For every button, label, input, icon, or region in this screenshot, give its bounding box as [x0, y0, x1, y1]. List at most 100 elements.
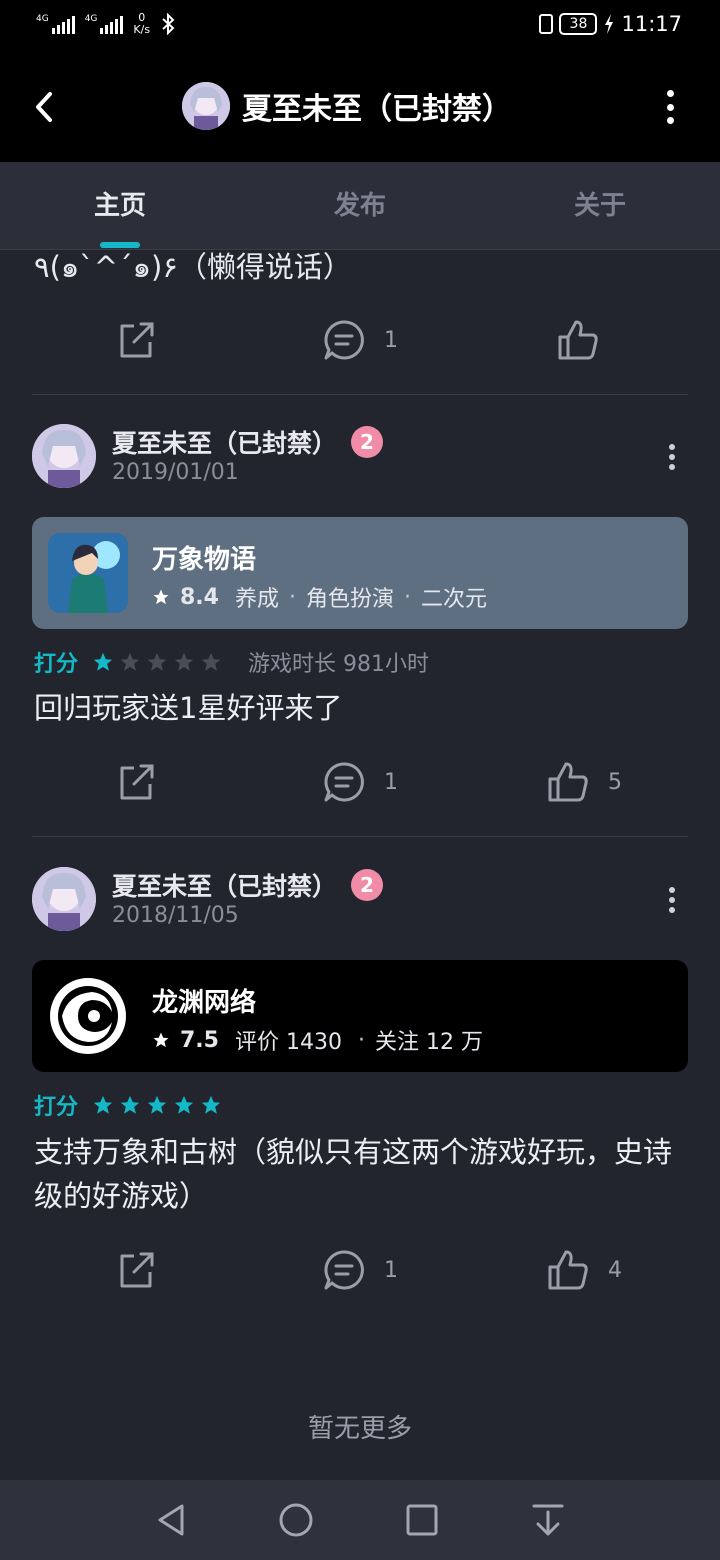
- divider: [32, 394, 688, 395]
- star-filled-icon: [93, 1095, 113, 1114]
- tab-about[interactable]: 关于: [480, 162, 720, 249]
- game-tag: 养成: [234, 587, 279, 612]
- thumbs-up-icon: [558, 320, 598, 360]
- star-icon: [153, 1032, 169, 1048]
- triangle-back-icon: [158, 1504, 184, 1536]
- rating-row: 打分: [34, 1090, 222, 1120]
- nav-notification-button[interactable]: [526, 1498, 570, 1542]
- game-meta: 8.4 养成 · 角色扮演 · 二次元: [152, 581, 487, 613]
- follower-count: 关注 12 万: [374, 1030, 483, 1055]
- comment-button[interactable]: 1: [322, 310, 398, 370]
- back-button[interactable]: [28, 84, 68, 130]
- developer-score: 7.5: [180, 1027, 219, 1053]
- post-text: ٩(๑`^´๑)۶（懒得说话）: [34, 250, 352, 284]
- level-badge: 2: [351, 869, 384, 901]
- like-count: 5: [608, 769, 622, 795]
- star-filled-icon: [174, 1095, 194, 1114]
- author-avatar[interactable]: [32, 424, 96, 488]
- tab-posts[interactable]: 发布: [240, 162, 480, 249]
- post-actions: 1: [0, 310, 720, 370]
- post-text: 支持万象和古树（貌似只有这两个游戏好玩，史诗级的好游戏）: [34, 1135, 673, 1213]
- game-name: 万象物语: [152, 545, 257, 575]
- back-arrow-icon: [36, 92, 52, 122]
- rating-row: 打分 游戏时长 981小时: [34, 647, 429, 677]
- comment-icon: [324, 1250, 364, 1290]
- page-title: 夏至未至（已封禁）: [242, 92, 512, 127]
- nav-home-button[interactable]: [274, 1498, 318, 1542]
- game-tag: 二次元: [421, 587, 488, 612]
- share-button[interactable]: [114, 310, 158, 370]
- developer-card[interactable]: 龙渊网络 7.5 评价 1430 · 关注 12 万: [32, 960, 688, 1072]
- thumbs-up-icon: [548, 762, 588, 802]
- status-bar: 4G 4G 0 K/s 38 11:17: [0, 0, 720, 52]
- no-more-text: 暂无更多: [307, 1414, 412, 1444]
- circle-home-icon: [279, 1503, 313, 1537]
- charging-icon: [605, 14, 614, 34]
- game-card[interactable]: 万象物语 8.4 养成 · 角色扮演 · 二次元: [32, 517, 688, 629]
- post-more-button[interactable]: [668, 444, 676, 470]
- share-icon: [120, 764, 154, 800]
- level-badge: 2: [351, 426, 384, 458]
- app-bar: 夏至未至（已封禁）: [0, 52, 720, 162]
- comment-count: 1: [384, 1257, 398, 1283]
- post-header: 夏至未至（已封禁） 2 2018/11/05: [32, 867, 688, 937]
- pull-down-icon: [532, 1504, 564, 1536]
- post-date: 2018/11/05: [112, 903, 239, 928]
- post-header: 夏至未至（已封禁） 2 2019/01/01: [32, 424, 688, 494]
- more-options-button[interactable]: [664, 90, 676, 124]
- star-empty-icon: [174, 652, 194, 671]
- tab-indicator: [100, 242, 140, 248]
- system-nav-bar: [0, 1480, 720, 1560]
- clock: 11:17: [621, 12, 682, 36]
- battery-icon: 38: [559, 13, 598, 35]
- share-button[interactable]: [114, 1240, 158, 1300]
- developer-meta: 7.5 评价 1430 · 关注 12 万: [152, 1024, 483, 1056]
- star-filled-icon: [93, 652, 113, 671]
- comment-button[interactable]: 1: [322, 1240, 398, 1300]
- share-icon: [120, 1252, 154, 1288]
- post-text: 回归玩家送1星好评来了: [34, 691, 343, 725]
- share-button[interactable]: [114, 752, 158, 812]
- signal-icon-2: 4G: [85, 14, 124, 34]
- comment-icon: [324, 762, 364, 802]
- like-button[interactable]: 5: [546, 752, 622, 812]
- net-speed: 0 K/s: [133, 11, 151, 36]
- star-empty-icon: [120, 652, 140, 671]
- feed[interactable]: ٩(๑`^´๑)۶（懒得说话） 1 夏至未至（已封禁） 2 2019/01/01…: [0, 250, 720, 1480]
- comment-button[interactable]: 1: [322, 752, 398, 812]
- author-avatar[interactable]: [32, 867, 96, 931]
- nav-recents-button[interactable]: [400, 1498, 444, 1542]
- like-count: 4: [608, 1257, 622, 1283]
- nav-back-button[interactable]: [150, 1498, 194, 1542]
- developer-name: 龙渊网络: [152, 988, 257, 1018]
- header-avatar[interactable]: [182, 82, 230, 130]
- divider: [32, 836, 688, 837]
- tab-home[interactable]: 主页: [0, 162, 240, 249]
- comment-count: 1: [384, 769, 398, 795]
- like-button[interactable]: 4: [546, 1240, 622, 1300]
- like-button[interactable]: [556, 310, 600, 370]
- author-name[interactable]: 夏至未至（已封禁） 2: [112, 867, 384, 903]
- post-more-button[interactable]: [668, 887, 676, 913]
- star-icon: [153, 589, 169, 605]
- developer-logo: [48, 976, 128, 1056]
- thumbs-up-icon: [548, 1250, 588, 1290]
- review-count: 评价 1430: [234, 1030, 342, 1055]
- rating-label: 打分: [34, 1095, 79, 1120]
- star-empty-icon: [201, 652, 221, 671]
- post-date: 2019/01/01: [112, 460, 239, 485]
- star-filled-icon: [120, 1095, 140, 1114]
- author-name[interactable]: 夏至未至（已封禁） 2: [112, 424, 384, 460]
- game-score: 8.4: [180, 584, 219, 610]
- post-actions: 1 4: [0, 1240, 720, 1300]
- comment-count: 1: [384, 327, 398, 353]
- star-empty-icon: [147, 652, 167, 671]
- game-icon: [48, 533, 128, 613]
- tab-bar: 主页 发布 关于: [0, 162, 720, 250]
- share-icon: [120, 322, 154, 358]
- comment-icon: [324, 320, 364, 360]
- post-actions: 1 5: [0, 752, 720, 812]
- rating-label: 打分: [34, 652, 79, 677]
- game-tag: 角色扮演: [306, 587, 395, 612]
- rating-stars: [92, 1094, 222, 1116]
